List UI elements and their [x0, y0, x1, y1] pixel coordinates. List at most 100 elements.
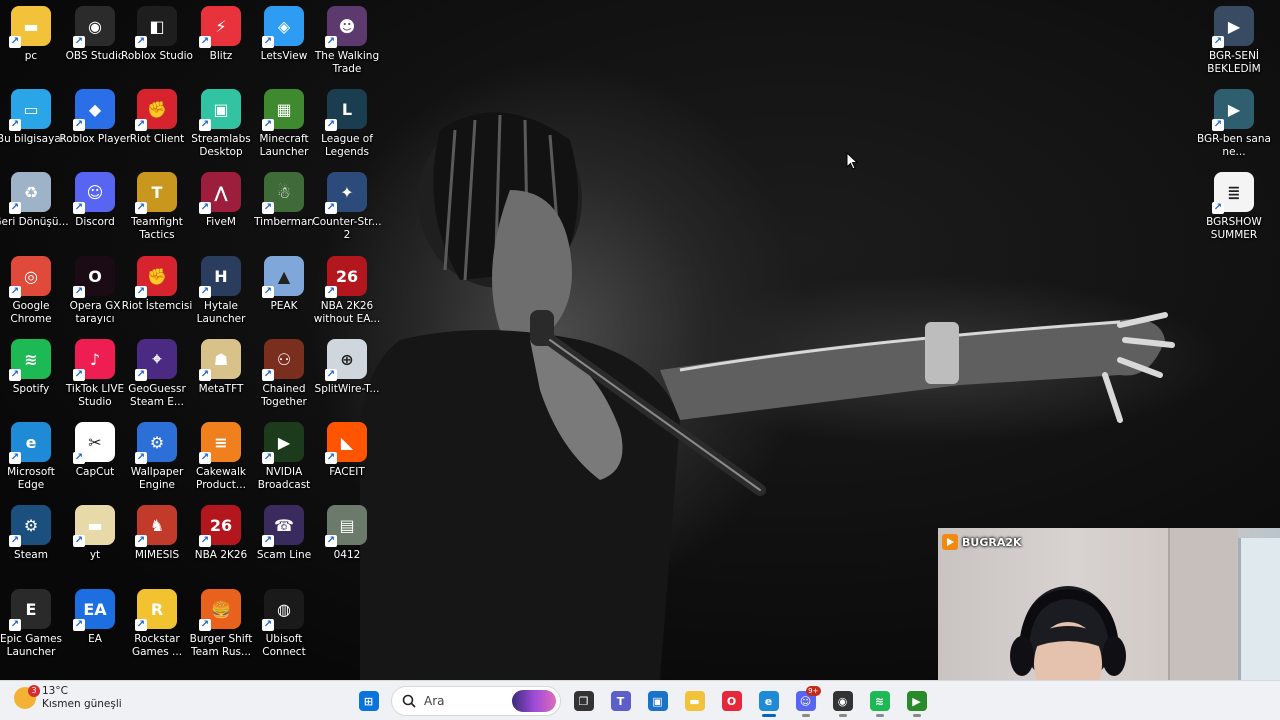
search-highlight-image: [512, 690, 556, 712]
shortcut-arrow-icon: ↗: [1212, 119, 1224, 131]
desktop-icon[interactable]: ▶ ↗ BGR-SENİ BEKLEDİM: [1203, 6, 1265, 76]
shortcut-arrow-icon: ↗: [199, 619, 211, 631]
letsview-icon: ◈ ↗: [262, 6, 304, 48]
desktop-icon[interactable]: ☺ ↗ Discord: [64, 172, 126, 229]
desktop-icon[interactable]: ▲ ↗ PEAK: [253, 256, 315, 313]
shortcut-arrow-icon: ↗: [1212, 36, 1224, 48]
edge-button[interactable]: e: [752, 684, 786, 718]
store-button[interactable]: ▣: [641, 684, 675, 718]
desktop-icon[interactable]: ▣ ↗ Streamlabs Desktop: [190, 89, 252, 159]
opera-gx-icon: O: [721, 691, 742, 711]
file-explorer-button[interactable]: ▬: [678, 684, 712, 718]
steam-icon: ⚙ ↗: [9, 505, 51, 547]
desktop-icon[interactable]: ♞ ↗ MIMESIS: [126, 505, 188, 562]
desktop-icon[interactable]: ◎ ↗ Google Chrome: [0, 256, 62, 326]
running-indicator: [912, 714, 921, 717]
obs-button[interactable]: ◉: [826, 684, 860, 718]
desktop-icon[interactable]: ≣ ↗ BGRSHOW SUMMER: [1203, 172, 1265, 242]
desktop-icon[interactable]: ⋀ ↗ FiveM: [190, 172, 252, 229]
shortcut-arrow-icon: ↗: [9, 36, 21, 48]
desktop-icon[interactable]: H ↗ Hytale Launcher: [190, 256, 252, 326]
running-indicator: [801, 714, 810, 717]
desktop-icon[interactable]: ⚙ ↗ Wallpaper Engine: [126, 422, 188, 492]
desktop-icon[interactable]: ◉ ↗ OBS Studio: [64, 6, 126, 63]
teams-button[interactable]: T: [604, 684, 638, 718]
desktop-icon[interactable]: R ↗ Rockstar Games ...: [126, 589, 188, 659]
desktop-icon[interactable]: ⚡ ↗ Blitz: [190, 6, 252, 63]
desktop-icon[interactable]: ☻ ↗ The Walking Trade: [315, 6, 379, 76]
desktop-icon[interactable]: L ↗ League of Legends: [316, 89, 378, 159]
desktop-icon[interactable]: ≡ ↗ Cakewalk Product...: [190, 422, 252, 492]
video-thumbnail-icon: ▶ ↗: [1212, 6, 1254, 48]
desktop-icon-label: League of Legends: [321, 133, 373, 158]
shortcut-arrow-icon: ↗: [199, 119, 211, 131]
desktop-icon[interactable]: ♪ ↗ TikTok LIVE Studio: [64, 339, 126, 409]
opera-button[interactable]: O: [715, 684, 749, 718]
desktop-icon[interactable]: EA ↗ EA: [64, 589, 126, 646]
desktop-icon[interactable]: ◣ ↗ FACEIT: [316, 422, 378, 479]
desktop-icon[interactable]: ≋ ↗ Spotify: [0, 339, 62, 396]
spotify-icon: ≋ ↗: [9, 339, 51, 381]
desktop-icon[interactable]: ♻ ↗ Geri Dönüşü...: [0, 172, 69, 229]
desktop-icon[interactable]: ▦ ↗ Minecraft Launcher: [253, 89, 315, 159]
task-view-button[interactable]: ❐: [567, 684, 601, 718]
spotify-button[interactable]: ≋: [863, 684, 897, 718]
desktop-icon[interactable]: 26 ↗ NBA 2K26 without EA...: [314, 256, 380, 326]
taskbar-search-box[interactable]: Ara: [391, 686, 561, 716]
recycle-bin-icon: ♻ ↗: [9, 172, 51, 214]
burger-shift-icon: 🍔 ↗: [199, 589, 241, 631]
desktop-icon[interactable]: ▤ ↗ 0412: [316, 505, 378, 562]
desktop-icon[interactable]: ☗ ↗ MetaTFT: [190, 339, 252, 396]
shortcut-arrow-icon: ↗: [135, 286, 147, 298]
desktop-icon[interactable]: ✂ ↗ CapCut: [64, 422, 126, 479]
desktop-icon[interactable]: ✦ ↗ Counter-Str... 2: [312, 172, 382, 242]
start-button[interactable]: ⊞: [352, 684, 386, 718]
shortcut-arrow-icon: ↗: [262, 452, 274, 464]
video-thumbnail-icon: ▶ ↗: [1212, 89, 1254, 131]
desktop-icon[interactable]: ◍ ↗ Ubisoft Connect: [253, 589, 315, 659]
shortcut-arrow-icon: ↗: [262, 619, 274, 631]
taskbar: 3 13°C Kısmen güneşli ⊞ Ara ❐ T ▣ ▬ Oe ☺ 9+ ◉ ≋ ▶: [0, 680, 1280, 720]
desktop-icon[interactable]: ▬ ↗ yt: [64, 505, 126, 562]
windows-icon: ⊞: [358, 691, 379, 711]
tiktok-icon: ♪ ↗: [73, 339, 115, 381]
desktop-icon[interactable]: 🍔 ↗ Burger Shift Team Rus...: [190, 589, 252, 659]
weather-widget[interactable]: 3 13°C Kısmen güneşli: [14, 685, 122, 711]
desktop-icon[interactable]: ⌖ ↗ GeoGuessr Steam E...: [126, 339, 188, 409]
nba2k26-icon: 26 ↗: [199, 505, 241, 547]
desktop-icon[interactable]: 26 ↗ NBA 2K26: [190, 505, 252, 562]
wallpaper-engine-icon: ⚙ ↗: [135, 422, 177, 464]
desktop-icon[interactable]: ◆ ↗ Roblox Player: [59, 89, 131, 146]
desktop-icon[interactable]: ▬ ↗ pc: [0, 6, 62, 63]
blitz-icon: ⚡ ↗: [199, 6, 241, 48]
desktop-icon[interactable]: ▶ ↗ BGR-ben sana ne...: [1197, 89, 1271, 159]
nba2k26-icon: 26 ↗: [325, 256, 367, 298]
desktop-icon[interactable]: ☎ ↗ Scam Line: [253, 505, 315, 562]
desktop-icon[interactable]: ▶ ↗ NVIDIA Broadcast: [253, 422, 315, 492]
desktop-icon[interactable]: T ↗ Teamfight Tactics: [126, 172, 188, 242]
shortcut-arrow-icon: ↗: [73, 286, 85, 298]
desktop-icon[interactable]: E ↗ Epic Games Launcher: [0, 589, 62, 659]
desktop-icon[interactable]: ⚇ ↗ Chained Together: [253, 339, 315, 409]
desktop-icon[interactable]: e ↗ Microsoft Edge: [0, 422, 62, 492]
desktop-icon[interactable]: O ↗ Opera GX tarayıcı: [64, 256, 126, 326]
weather-description: Kısmen güneşli: [42, 698, 122, 710]
desktop-icon[interactable]: ◧ ↗ Roblox Studio: [121, 6, 193, 63]
discord-button[interactable]: ☺ 9+: [789, 684, 823, 718]
desktop-icon[interactable]: ⊕ ↗ SplitWire-T...: [315, 339, 379, 396]
shortcut-arrow-icon: ↗: [73, 452, 85, 464]
desktop-icon[interactable]: ▭ ↗ Bu bilgisayar: [0, 89, 65, 146]
riot-client-icon: ✊ ↗: [135, 89, 177, 131]
desktop-icon[interactable]: ☃ ↗ Timberman: [253, 172, 315, 229]
faceit-icon: ◣ ↗: [325, 422, 367, 464]
desktop-icon[interactable]: ✊ ↗ Riot İstemcisi: [122, 256, 192, 313]
nvidia-broadcast-button[interactable]: ▶: [900, 684, 934, 718]
desktop-icon[interactable]: ◈ ↗ LetsView: [253, 6, 315, 63]
desktop-icon[interactable]: ✊ ↗ Riot Client: [126, 89, 188, 146]
shortcut-arrow-icon: ↗: [9, 119, 21, 131]
shortcut-arrow-icon: ↗: [199, 36, 211, 48]
desktop-icon[interactable]: ⚙ ↗ Steam: [0, 505, 62, 562]
rockstar-icon: R ↗: [135, 589, 177, 631]
peak-icon: ▲ ↗: [262, 256, 304, 298]
shortcut-arrow-icon: ↗: [262, 286, 274, 298]
